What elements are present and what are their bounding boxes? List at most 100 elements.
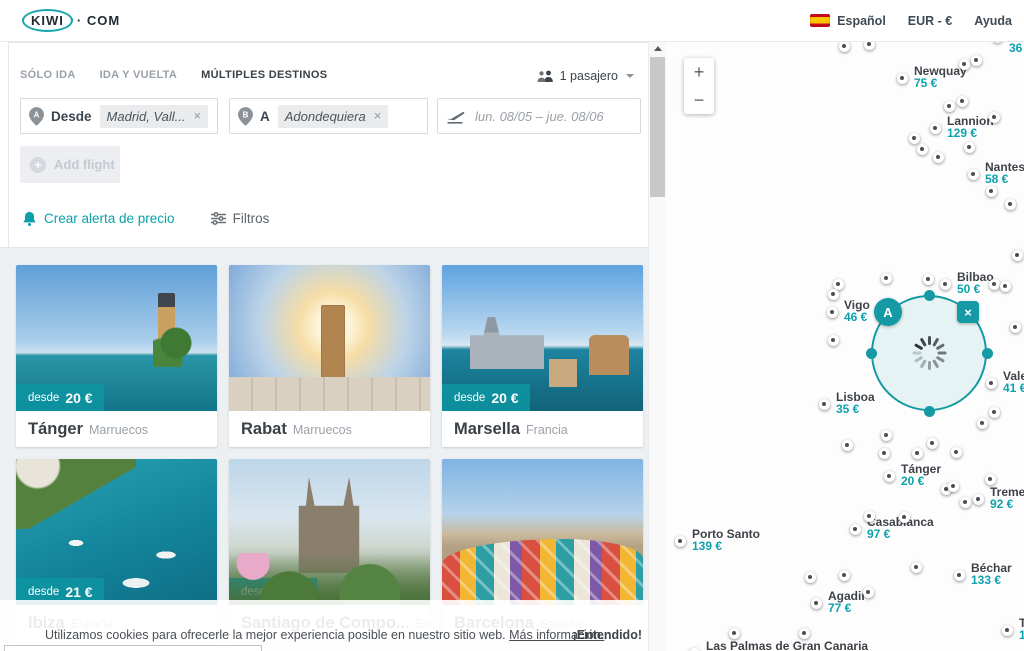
map-dot[interactable] <box>933 152 944 163</box>
scroll-up-button[interactable] <box>649 41 666 56</box>
help-link[interactable]: Ayuda <box>974 14 1012 28</box>
language-selector[interactable]: Español <box>810 14 886 28</box>
radius-handle-west[interactable] <box>866 348 877 359</box>
map-marker-dot <box>968 169 979 180</box>
dates-value: lun. 08/05 – jue. 08/06 <box>475 109 604 124</box>
map-dot[interactable] <box>1012 250 1023 261</box>
zoom-in-button[interactable]: + <box>684 58 714 86</box>
chip-close-icon[interactable]: × <box>374 111 382 121</box>
from-field[interactable]: A Desde Madrid, Vall... × <box>20 98 218 134</box>
map-marker-dot <box>973 494 984 505</box>
map-dot[interactable] <box>964 142 975 153</box>
map-dot[interactable] <box>839 41 850 52</box>
destination-card[interactable]: desde20 €RabatMarruecos <box>229 265 430 447</box>
map[interactable]: + − A × 36 €Newquay75 €Lannion129 €Nante… <box>665 41 1024 651</box>
map-dot[interactable] <box>957 96 968 107</box>
passenger-selector[interactable]: 1 pasajero <box>537 69 634 83</box>
destination-card[interactable]: desde20 €MarsellaFrancia <box>442 265 643 447</box>
map-dot[interactable] <box>1000 281 1011 292</box>
price-ribbon: desde20 € <box>442 384 530 411</box>
map-dot[interactable] <box>833 279 844 290</box>
add-flight-button[interactable]: + Add flight <box>20 146 120 183</box>
map-dot[interactable] <box>839 570 850 581</box>
map-dot[interactable] <box>948 481 959 492</box>
map-dot[interactable] <box>959 59 970 70</box>
map-dot[interactable] <box>881 430 892 441</box>
map-dot[interactable] <box>960 497 971 508</box>
map-marker-price: 46 € <box>844 311 870 324</box>
map-zoom-controls: + − <box>684 58 714 114</box>
filters-button[interactable]: Filtros <box>211 211 270 226</box>
top-header: KIWI · COM Español EUR - € Ayuda <box>0 0 1024 42</box>
trip-type-tab[interactable]: IDA Y VUELTA <box>100 69 178 81</box>
price-ribbon: desde20 € <box>229 384 317 411</box>
map-marker-label: Vale41 € <box>1003 370 1024 395</box>
map-dot[interactable] <box>927 438 938 449</box>
map-dot[interactable] <box>1010 322 1021 333</box>
map-marker-dot <box>811 598 822 609</box>
scrollbar-thumb[interactable] <box>650 57 665 197</box>
zoom-out-button[interactable]: − <box>684 86 714 114</box>
plus-icon: + <box>30 157 46 173</box>
map-marker-price: 75 € <box>914 77 967 90</box>
selection-a-badge[interactable]: A <box>874 298 902 326</box>
radius-handle-south[interactable] <box>924 406 935 417</box>
price-prefix: desde <box>28 586 59 598</box>
map-dot[interactable] <box>951 447 962 458</box>
from-chip[interactable]: Madrid, Vall... × <box>100 105 209 128</box>
map-dot[interactable] <box>1005 199 1016 210</box>
map-marker-label: Lannion129 € <box>947 115 994 140</box>
map-dot[interactable] <box>879 448 890 459</box>
dates-field[interactable]: lun. 08/05 – jue. 08/06 <box>437 98 641 134</box>
currency-selector[interactable]: EUR - € <box>908 14 952 28</box>
map-dot[interactable] <box>985 474 996 485</box>
to-chip[interactable]: Adondequiera × <box>278 105 389 128</box>
trip-type-tab[interactable]: SÓLO IDA <box>20 69 76 81</box>
cookie-accept-button[interactable]: ¡Entendido! <box>573 628 642 642</box>
price-amount: 22 € <box>491 584 518 600</box>
map-marker-price: 20 € <box>901 475 941 488</box>
map-dot[interactable] <box>863 587 874 598</box>
map-marker-price: 139 € <box>692 540 760 553</box>
svg-text:A: A <box>34 110 40 119</box>
map-dot[interactable] <box>986 186 997 197</box>
map-dot[interactable] <box>989 112 1000 123</box>
trip-type-tab[interactable]: MÚLTIPLES DESTINOS <box>201 69 327 81</box>
map-dot[interactable] <box>881 273 892 284</box>
map-dot[interactable] <box>909 133 920 144</box>
map-dot[interactable] <box>989 407 1000 418</box>
kiwi-logo[interactable]: KIWI · COM <box>22 9 120 32</box>
map-dot[interactable] <box>864 511 875 522</box>
panel-scrollbar[interactable] <box>648 41 666 651</box>
remove-selection-button[interactable]: × <box>957 301 979 323</box>
map-dot[interactable] <box>971 55 982 66</box>
map-dot[interactable] <box>917 144 928 155</box>
map-dot[interactable] <box>729 628 740 639</box>
card-country: Marruecos <box>293 423 352 437</box>
map-dot[interactable] <box>864 41 875 50</box>
map-dot[interactable] <box>799 628 810 639</box>
map-dot[interactable] <box>923 274 934 285</box>
map-dot[interactable] <box>944 101 955 112</box>
chip-close-icon[interactable]: × <box>194 111 202 121</box>
map-dot[interactable] <box>805 572 816 583</box>
from-label: Desde <box>51 109 92 124</box>
radius-handle-east[interactable] <box>982 348 993 359</box>
card-country: Marruecos <box>89 423 148 437</box>
price-alert-button[interactable]: Crear alerta de precio <box>22 211 175 226</box>
map-dot[interactable] <box>828 289 839 300</box>
map-dot[interactable] <box>912 448 923 459</box>
map-dot[interactable] <box>989 279 1000 290</box>
destination-card[interactable]: desde20 €TángerMarruecos <box>16 265 217 447</box>
bottom-partial-box <box>4 645 262 651</box>
map-dot[interactable] <box>828 335 839 346</box>
map-dot[interactable] <box>911 562 922 573</box>
chevron-down-icon <box>626 74 634 78</box>
map-dot[interactable] <box>977 418 988 429</box>
map-dot[interactable] <box>899 512 910 523</box>
price-prefix: desde <box>454 392 485 404</box>
radius-handle-north[interactable] <box>924 290 935 301</box>
to-field[interactable]: B A Adondequiera × <box>229 98 428 134</box>
spain-flag-icon <box>810 14 830 27</box>
map-dot[interactable] <box>842 440 853 451</box>
